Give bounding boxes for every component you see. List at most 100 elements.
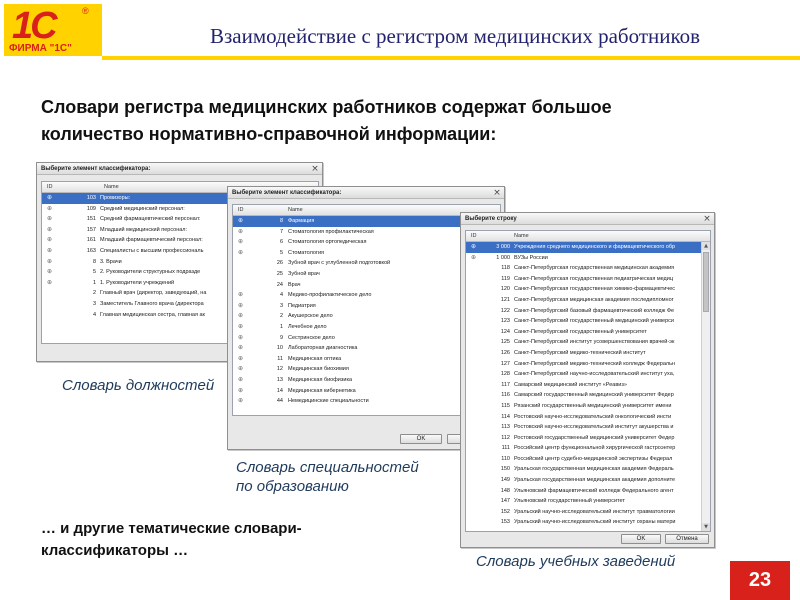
column-header-name[interactable]: Name: [104, 182, 119, 193]
institutions-scrollbar[interactable]: ▲ ▼: [701, 242, 710, 531]
list-item[interactable]: ⊕ 5 Стоматология: [233, 248, 491, 259]
list-item[interactable]: 152 Уральский научно-исследовательский ин…: [466, 507, 701, 518]
list-item[interactable]: 149 Уральская государственная медицинская…: [466, 475, 701, 486]
expand-icon[interactable]: ⊕: [238, 301, 243, 312]
expand-icon[interactable]: ⊕: [238, 375, 243, 386]
expand-icon[interactable]: ⊕: [47, 225, 52, 236]
expand-icon[interactable]: ⊕: [238, 396, 243, 407]
row-id: 147: [500, 498, 510, 505]
list-item[interactable]: 148 Ульяновский фармацевтический колледж …: [466, 486, 701, 497]
scroll-down-icon[interactable]: ▼: [702, 523, 710, 531]
list-item[interactable]: ⊕ 11 Медицинская оптика: [233, 354, 491, 365]
expand-icon[interactable]: ⊕: [47, 235, 52, 246]
expand-icon[interactable]: ⊕: [238, 290, 243, 301]
scroll-up-icon[interactable]: ▲: [702, 242, 710, 250]
close-icon[interactable]: ×: [310, 164, 320, 174]
logo-emblem: 1С: [12, 5, 58, 47]
column-header-name[interactable]: Name: [514, 231, 529, 242]
list-item[interactable]: 117 Самарский медицинский институт «Реави…: [466, 380, 701, 391]
row-id: 151: [86, 216, 96, 223]
list-item[interactable]: ⊕ 3 000 Учреждения среднего медицинского и…: [466, 242, 701, 253]
logo-registered-mark: ®: [82, 6, 89, 16]
row-id: 3: [279, 302, 283, 309]
list-item[interactable]: 114 Ростовский научно-исследовательский о…: [466, 412, 701, 423]
column-header-id[interactable]: ID: [47, 182, 53, 193]
scroll-thumb[interactable]: [703, 252, 709, 312]
list-item[interactable]: 24 Врач: [233, 280, 491, 291]
close-icon[interactable]: ×: [492, 188, 502, 198]
list-item[interactable]: 25 Зубной врач: [233, 269, 491, 280]
expand-icon[interactable]: ⊕: [47, 267, 52, 278]
expand-icon[interactable]: ⊕: [238, 343, 243, 354]
expand-icon[interactable]: ⊕: [238, 333, 243, 344]
expand-icon[interactable]: ⊕: [238, 237, 243, 248]
expand-icon[interactable]: ⊕: [471, 253, 476, 264]
list-item[interactable]: ⊕ 12 Медицинская биохимия: [233, 364, 491, 375]
list-item[interactable]: ⊕ 44 Немедицинские специальности: [233, 396, 491, 407]
column-header-id[interactable]: ID: [238, 205, 244, 216]
expand-icon[interactable]: ⊕: [47, 193, 52, 204]
expand-icon[interactable]: ⊕: [238, 364, 243, 375]
list-item[interactable]: ⊕ 1 Лечебное дело: [233, 322, 491, 333]
expand-icon[interactable]: ⊕: [47, 246, 52, 257]
ok-button[interactable]: OK: [621, 534, 661, 544]
list-item[interactable]: 147 Ульяновский государственный университ…: [466, 496, 701, 507]
expand-icon[interactable]: ⊕: [47, 214, 52, 225]
expand-icon[interactable]: ⊕: [47, 278, 52, 289]
list-item[interactable]: 153 Уральский научно-исследовательский ин…: [466, 517, 701, 528]
ok-button[interactable]: OK: [400, 434, 442, 444]
list-item[interactable]: 125 Санкт-Петербургский институт усоверше…: [466, 337, 701, 348]
list-item[interactable]: ⊕ 6 Стоматология ортопедическая: [233, 237, 491, 248]
close-icon[interactable]: ×: [702, 214, 712, 224]
expand-icon[interactable]: ⊕: [238, 386, 243, 397]
list-item[interactable]: ⊕ 8 Фармация: [233, 216, 491, 227]
cancel-button[interactable]: Отмена: [665, 534, 709, 544]
list-item[interactable]: ⊕ 1 000 ВУЗы России: [466, 253, 701, 264]
list-item[interactable]: 122 Санкт-Петербургский базовый фармацевт…: [466, 306, 701, 317]
list-item[interactable]: 119 Санкт-Петербургская государственная п…: [466, 274, 701, 285]
expand-icon[interactable]: ⊕: [238, 248, 243, 259]
expand-icon[interactable]: ⊕: [238, 311, 243, 322]
list-item[interactable]: 128 Санкт-Петербургский научно-исследоват…: [466, 369, 701, 380]
list-item[interactable]: ⊕ 14 Медицинская кибернетика: [233, 386, 491, 397]
list-item[interactable]: 126 Санкт-Петербургский медико-технически…: [466, 348, 701, 359]
expand-icon[interactable]: ⊕: [471, 242, 476, 253]
list-item[interactable]: 120 Санкт-Петербургская государственная х…: [466, 284, 701, 295]
expand-icon[interactable]: ⊕: [47, 204, 52, 215]
list-item[interactable]: 116 Самарский государственный медицинский…: [466, 390, 701, 401]
list-item[interactable]: 115 Рязанский государственный медицинский…: [466, 401, 701, 412]
list-item[interactable]: 127 Санкт-Петербургский медико-технически…: [466, 359, 701, 370]
expand-icon[interactable]: ⊕: [238, 216, 243, 227]
expand-icon[interactable]: ⊕: [238, 227, 243, 238]
list-item[interactable]: 111 Российский центр функциональной хирур…: [466, 443, 701, 454]
list-item[interactable]: ⊕ 9 Сестринское дело: [233, 333, 491, 344]
list-item[interactable]: 150 Уральская государственная медицинская…: [466, 464, 701, 475]
list-item[interactable]: 110 Российский центр судебно-медицинской …: [466, 454, 701, 465]
row-id: 2: [279, 313, 283, 320]
list-item[interactable]: 124 Санкт-Петербургский государственный у…: [466, 327, 701, 338]
row-name: Уральский научно-исследовательский инсти…: [514, 508, 675, 515]
expand-icon[interactable]: ⊕: [238, 354, 243, 365]
row-id: 3 000: [496, 244, 510, 250]
list-item[interactable]: 26 Зубной врач с углубленной подготовкой: [233, 258, 491, 269]
row-name: Медико-профилактическое дело: [288, 292, 372, 299]
list-item[interactable]: 112 Ростовский государственный медицински…: [466, 433, 701, 444]
list-item[interactable]: ⊕ 13 Медицинская биофизика: [233, 375, 491, 386]
expand-icon[interactable]: ⊕: [47, 257, 52, 268]
row-name: Ростовский научно-исследовательский инст…: [514, 424, 674, 431]
list-item[interactable]: ⊕ 3 Педиатрия: [233, 301, 491, 312]
row-name: Уральская государственная медицинская ак…: [514, 466, 674, 473]
column-header-id[interactable]: ID: [471, 231, 477, 242]
expand-icon[interactable]: ⊕: [238, 322, 243, 333]
row-id: 152: [500, 508, 510, 515]
list-item[interactable]: 118 Санкт-Петербургская государственная м…: [466, 263, 701, 274]
list-item[interactable]: ⊕ 2 Акушерское дело: [233, 311, 491, 322]
column-header-name[interactable]: Name: [288, 205, 303, 216]
list-item[interactable]: ⊕ 7 Стоматология профилактическая: [233, 227, 491, 238]
list-item[interactable]: ⊕ 10 Лабораторная диагностика: [233, 343, 491, 354]
row-id: 13: [276, 376, 283, 383]
list-item[interactable]: 113 Ростовский научно-исследовательский и…: [466, 422, 701, 433]
list-item[interactable]: 123 Санкт-Петербургский государственный м…: [466, 316, 701, 327]
list-item[interactable]: 121 Санкт-Петербургская медицинская акаде…: [466, 295, 701, 306]
list-item[interactable]: ⊕ 4 Медико-профилактическое дело: [233, 290, 491, 301]
